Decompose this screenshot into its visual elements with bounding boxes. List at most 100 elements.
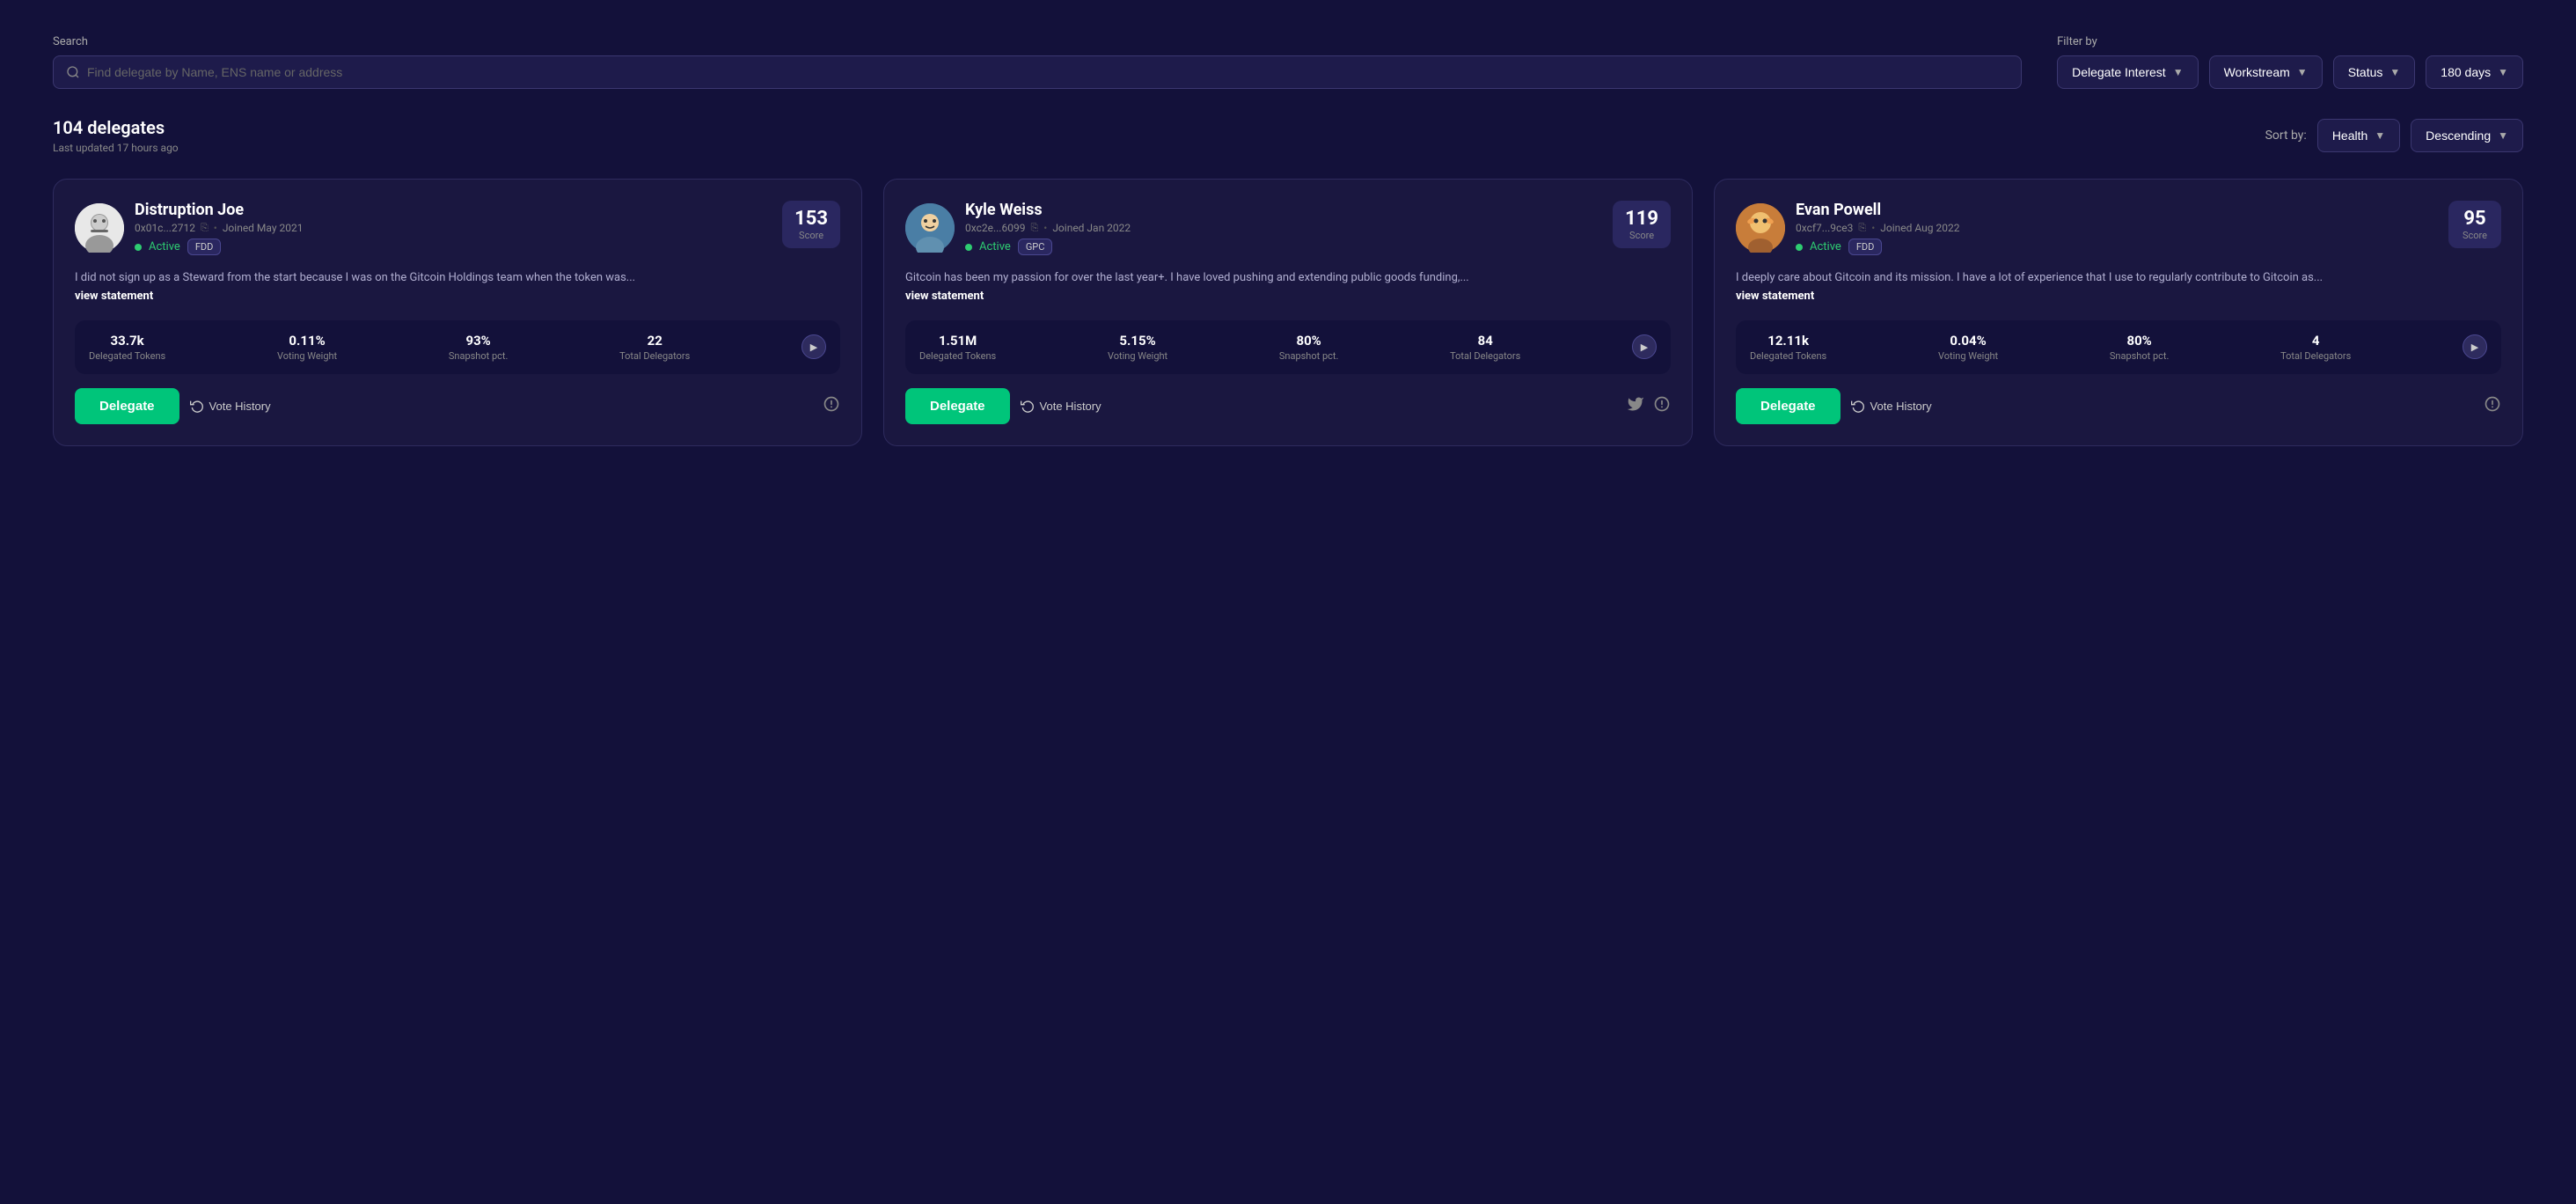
discourse-icon[interactable]	[2484, 395, 2501, 417]
delegate-address: 0xcf7...9ce3	[1796, 222, 1853, 234]
vote-history-button[interactable]: Vote History	[1021, 399, 1101, 413]
score-box: 153 Score	[782, 201, 840, 248]
status-dropdown[interactable]: Status ▼	[2333, 55, 2416, 89]
copy-icon[interactable]: ⎘	[1030, 222, 1038, 234]
score-label: Score	[2461, 230, 2489, 241]
delegate-interest-dropdown[interactable]: Delegate Interest ▼	[2057, 55, 2199, 89]
card-header: Distruption Joe 0x01c...2712 ⎘ • Joined …	[75, 201, 840, 255]
delegate-button[interactable]: Delegate	[75, 388, 179, 424]
filter-dropdowns: Delegate Interest ▼ Workstream ▼ Status …	[2057, 55, 2523, 89]
status-text: Active	[149, 240, 180, 253]
workstream-tag: GPC	[1018, 239, 1053, 255]
delegate-card-evan-powell: Evan Powell 0xcf7...9ce3 ⎘ • Joined Aug …	[1714, 179, 2523, 446]
address-row: 0xcf7...9ce3 ⎘ • Joined Aug 2022	[1796, 222, 1959, 234]
status-text: Active	[979, 240, 1011, 253]
delegates-grid: Distruption Joe 0x01c...2712 ⎘ • Joined …	[53, 179, 2523, 446]
search-label: Search	[53, 35, 2022, 48]
delegate-address: 0xc2e...6099	[965, 222, 1025, 234]
score-number: 119	[1625, 208, 1658, 230]
vote-history-button[interactable]: Vote History	[1851, 399, 1932, 413]
search-input-wrap	[53, 55, 2022, 89]
delegates-count: 104 delegates	[53, 117, 179, 138]
workstream-dropdown[interactable]: Workstream ▼	[2209, 55, 2323, 89]
delegate-name: Kyle Weiss	[965, 201, 1131, 219]
card-header-left: Distruption Joe 0x01c...2712 ⎘ • Joined …	[75, 201, 303, 255]
score-box: 119 Score	[1613, 201, 1671, 248]
history-icon	[1851, 399, 1865, 413]
footer-icons	[2484, 395, 2501, 417]
copy-icon[interactable]: ⎘	[201, 222, 209, 234]
card-header-left: Kyle Weiss 0xc2e...6099 ⎘ • Joined Jan 2…	[905, 201, 1131, 255]
search-icon	[66, 65, 80, 79]
play-button[interactable]: ▶	[801, 334, 826, 359]
avatar-image	[905, 203, 955, 253]
discourse-icon[interactable]	[823, 395, 840, 417]
stat-total-delegators: 22 Total Delegators	[619, 333, 690, 362]
stat-snapshot-pct: 80% Snapshot pct.	[2110, 333, 2170, 362]
view-statement-link[interactable]: view statement	[75, 290, 153, 303]
delegates-updated: Last updated 17 hours ago	[53, 142, 179, 154]
discourse-icon[interactable]	[1653, 395, 1671, 417]
delegate-card-distruption-joe: Distruption Joe 0x01c...2712 ⎘ • Joined …	[53, 179, 862, 446]
join-date: Joined Aug 2022	[1880, 222, 1959, 234]
score-number: 95	[2461, 208, 2489, 230]
card-name-section: Evan Powell 0xcf7...9ce3 ⎘ • Joined Aug …	[1796, 201, 1959, 255]
stat-total-delegators: 4 Total Delegators	[2280, 333, 2351, 362]
chevron-down-icon: ▼	[2498, 129, 2508, 142]
workstream-tag: FDD	[187, 239, 222, 255]
status-indicator	[135, 244, 142, 251]
stats-row: 12.11k Delegated Tokens 0.04% Voting Wei…	[1736, 320, 2501, 374]
stat-snapshot-pct: 80% Snapshot pct.	[1279, 333, 1339, 362]
twitter-icon[interactable]	[1627, 395, 1644, 417]
play-button[interactable]: ▶	[1632, 334, 1657, 359]
view-statement-link[interactable]: view statement	[905, 290, 984, 303]
search-input[interactable]	[87, 65, 2009, 79]
avatar	[1736, 203, 1785, 253]
score-label: Score	[794, 230, 828, 241]
footer-icons	[1627, 395, 1671, 417]
filter-section: Filter by Delegate Interest ▼ Workstream…	[2057, 35, 2523, 89]
address-row: 0x01c...2712 ⎘ • Joined May 2021	[135, 222, 303, 234]
avatar-image	[75, 203, 124, 253]
status-indicator	[1796, 244, 1803, 251]
chevron-down-icon: ▼	[2498, 66, 2508, 78]
stat-snapshot-pct: 93% Snapshot pct.	[449, 333, 509, 362]
sort-direction-dropdown[interactable]: Descending ▼	[2411, 119, 2523, 152]
sort-label: Sort by:	[2265, 128, 2307, 143]
card-statement: I did not sign up as a Steward from the …	[75, 269, 840, 306]
stat-voting-weight: 0.04% Voting Weight	[1938, 333, 1998, 362]
filter-label: Filter by	[2057, 35, 2523, 48]
chevron-down-icon: ▼	[2389, 66, 2400, 78]
sort-section: Sort by: Health ▼ Descending ▼	[2265, 119, 2523, 152]
delegate-button[interactable]: Delegate	[1736, 388, 1841, 424]
search-section: Search	[53, 35, 2022, 89]
stat-delegated-tokens: 1.51M Delegated Tokens	[919, 333, 996, 362]
workstream-tag: FDD	[1848, 239, 1883, 255]
delegate-button[interactable]: Delegate	[905, 388, 1010, 424]
status-row: Active FDD	[1796, 239, 1959, 255]
stats-row: 1.51M Delegated Tokens 5.15% Voting Weig…	[905, 320, 1671, 374]
delegates-count-section: 104 delegates Last updated 17 hours ago	[53, 117, 179, 154]
days-dropdown[interactable]: 180 days ▼	[2426, 55, 2523, 89]
score-box: 95 Score	[2448, 201, 2501, 248]
address-row: 0xc2e...6099 ⎘ • Joined Jan 2022	[965, 222, 1131, 234]
play-button[interactable]: ▶	[2463, 334, 2487, 359]
chevron-down-icon: ▼	[2297, 66, 2308, 78]
card-name-section: Kyle Weiss 0xc2e...6099 ⎘ • Joined Jan 2…	[965, 201, 1131, 255]
stat-voting-weight: 0.11% Voting Weight	[277, 333, 337, 362]
card-name-section: Distruption Joe 0x01c...2712 ⎘ • Joined …	[135, 201, 303, 255]
delegate-address: 0x01c...2712	[135, 222, 195, 234]
vote-history-button[interactable]: Vote History	[190, 399, 271, 413]
card-statement: I deeply care about Gitcoin and its miss…	[1736, 269, 2501, 306]
avatar-image	[1736, 203, 1785, 253]
card-footer: Delegate Vote History	[1736, 388, 2501, 424]
score-label: Score	[1625, 230, 1658, 241]
card-header: Evan Powell 0xcf7...9ce3 ⎘ • Joined Aug …	[1736, 201, 2501, 255]
view-statement-link[interactable]: view statement	[1736, 290, 1814, 303]
sort-field-dropdown[interactable]: Health ▼	[2317, 119, 2400, 152]
status-row: Active FDD	[135, 239, 303, 255]
copy-icon[interactable]: ⎘	[1858, 222, 1866, 234]
stat-delegated-tokens: 12.11k Delegated Tokens	[1750, 333, 1826, 362]
chevron-down-icon: ▼	[2173, 66, 2184, 78]
score-number: 153	[794, 208, 828, 230]
